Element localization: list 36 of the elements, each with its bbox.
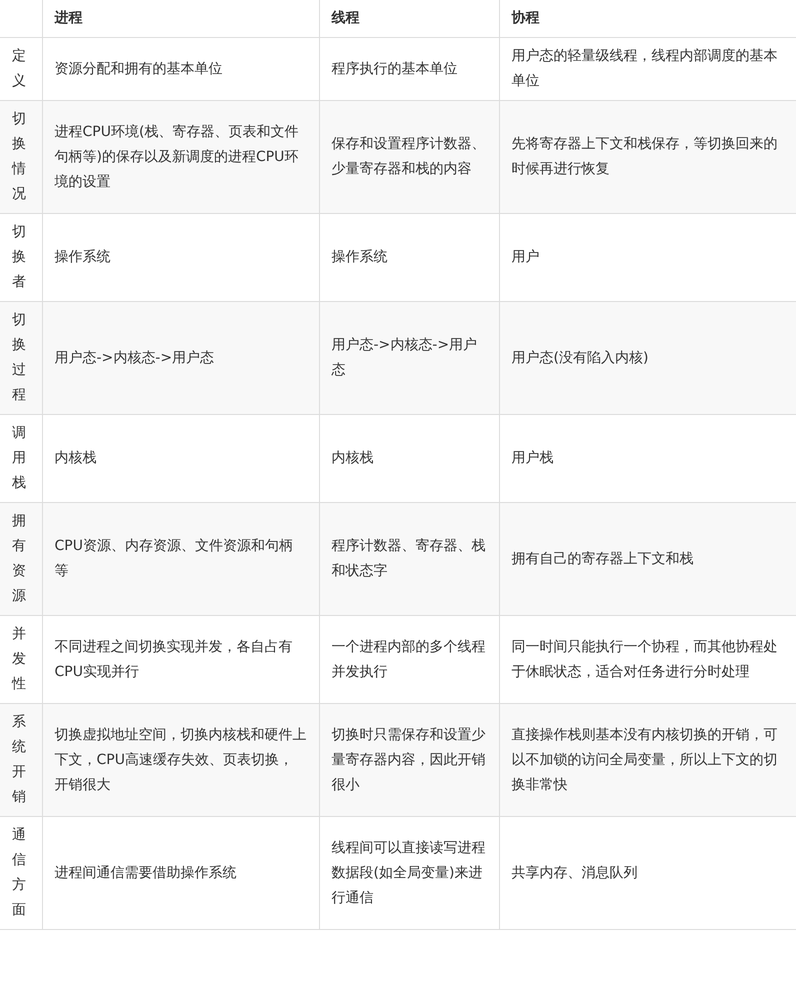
row-header: 调用栈 [12, 424, 26, 493]
row-header: 并发性 [12, 625, 26, 694]
row-header: 拥有资源 [12, 512, 26, 606]
table-cell: 操作系统 [332, 249, 388, 265]
table-cell: 切换虚拟地址空间，切换内核栈和硬件上下文，CPU高速缓存失效、页表切换，开销很大 [54, 726, 306, 792]
row-header: 定义 [12, 47, 26, 91]
row-header: 通信方面 [12, 826, 26, 920]
table-cell: 资源分配和拥有的基本单位 [54, 60, 222, 76]
row-header: 系统开销 [12, 713, 26, 807]
table-cell: 用户态(没有陷入内核) [512, 350, 648, 366]
table-cell: 用户态->内核态->用户态 [332, 337, 478, 378]
table-cell: 线程间可以直接读写进程数据段(如全局变量)来进行通信 [332, 840, 486, 906]
table-cell: 程序执行的基本单位 [332, 60, 458, 76]
table-cell: 先将寄存器上下文和栈保存，等切换回来的时候再进行恢复 [512, 136, 778, 177]
table-cell: 拥有自己的寄存器上下文和栈 [512, 550, 694, 566]
table-cell: 不同进程之间切换实现并发，各自占有CPU实现并行 [54, 638, 292, 680]
table-cell: 内核栈 [54, 450, 96, 466]
table-cell: CPU资源、内存资源、文件资源和句柄等 [54, 538, 293, 579]
table-cell: 内核栈 [332, 450, 374, 466]
table-cell: 用户栈 [512, 450, 554, 466]
table-cell: 同一时间只能执行一个协程，而其他协程处于休眠状态，适合对任务进行分时处理 [512, 638, 778, 680]
row-header: 切换过程 [12, 311, 26, 405]
table-cell: 进程间通信需要借助操作系统 [54, 864, 236, 880]
table-cell: 切换时只需保存和设置少量寄存器内容，因此开销很小 [332, 726, 486, 792]
table-cell: 直接操作栈则基本没有内核切换的开销，可以不加锁的访问全局变量，所以上下文的切换非常快 [512, 726, 778, 792]
table-cell: 操作系统 [54, 249, 110, 265]
row-header: 切换者 [12, 223, 26, 292]
table-cell: 用户态->内核态->用户态 [54, 350, 214, 366]
table-cell: 共享内存、消息队列 [512, 864, 638, 880]
table-cell: 保存和设置程序计数器、少量寄存器和栈的内容 [332, 136, 486, 177]
table-cell: 用户态的轻量级线程，线程内部调度的基本单位 [512, 48, 778, 89]
table-cell: 程序计数器、寄存器、栈和状态字 [332, 538, 486, 579]
table-cell: 一个进程内部的多个线程并发执行 [332, 638, 486, 680]
table-cell: 进程CPU环境(栈、寄存器、页表和文件句柄等)的保存以及新调度的进程CPU环境的设置 [54, 124, 298, 190]
row-header: 切换情况 [12, 110, 26, 204]
table-cell: 用户 [512, 249, 540, 265]
